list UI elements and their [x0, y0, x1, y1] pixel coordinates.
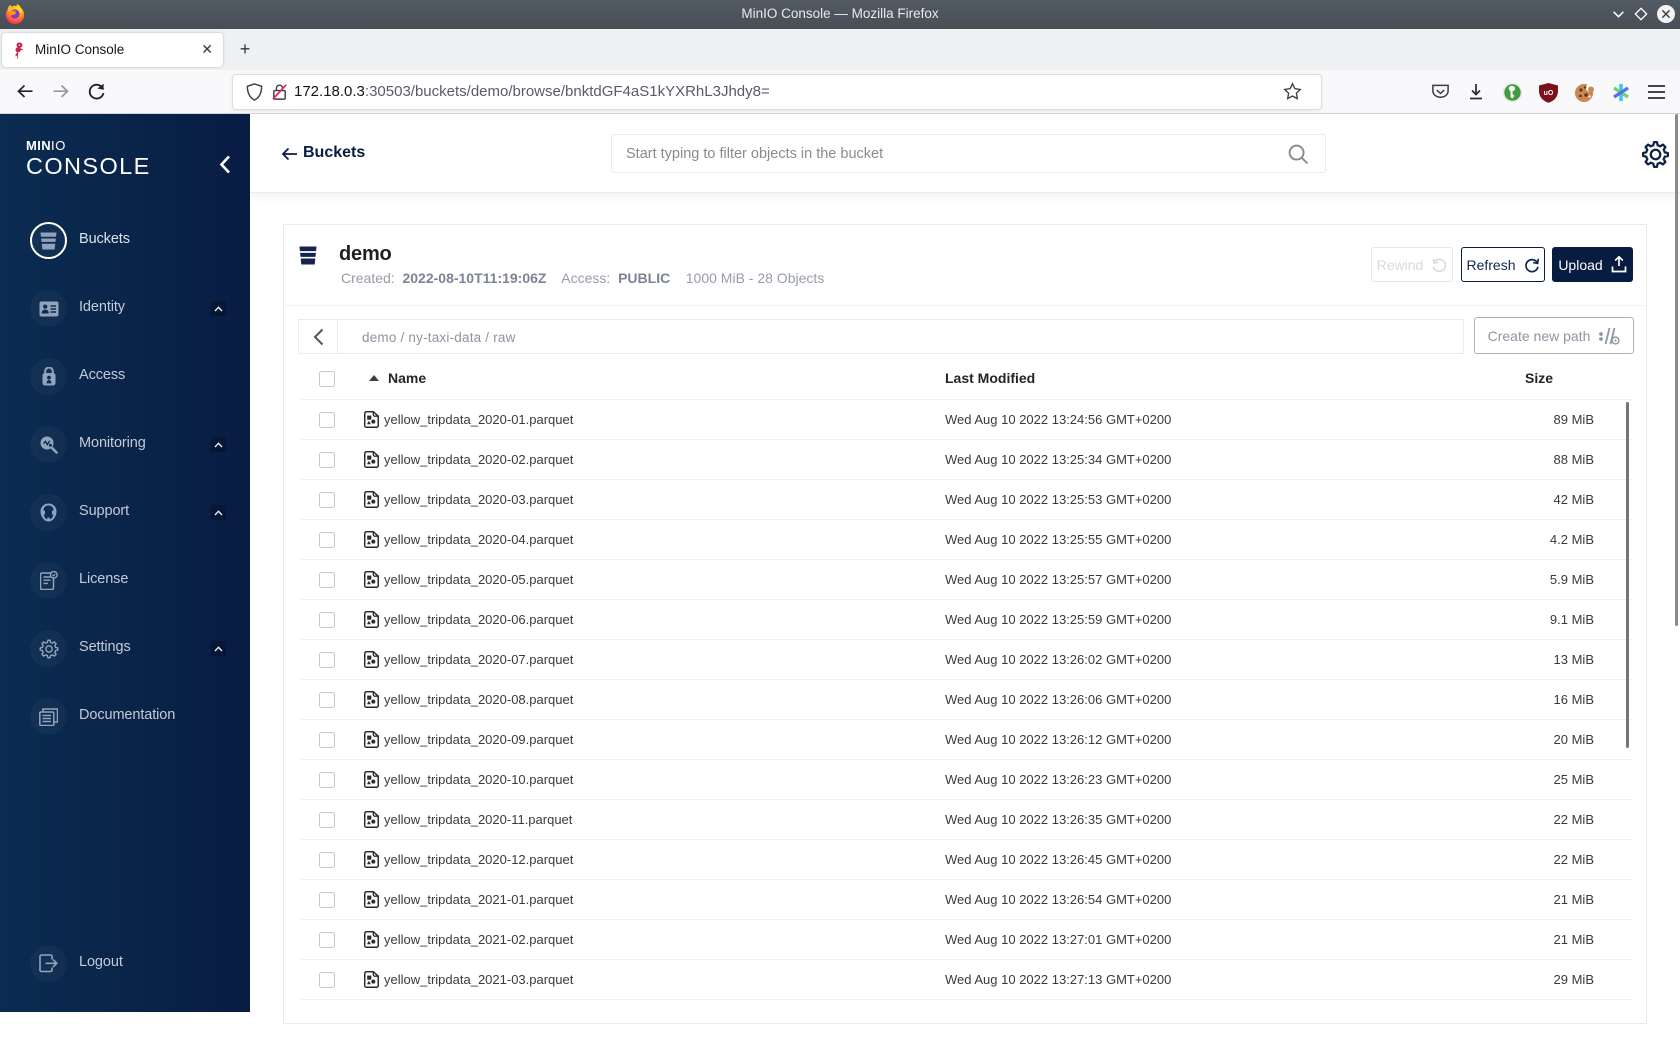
- svg-text:uO: uO: [1544, 90, 1554, 97]
